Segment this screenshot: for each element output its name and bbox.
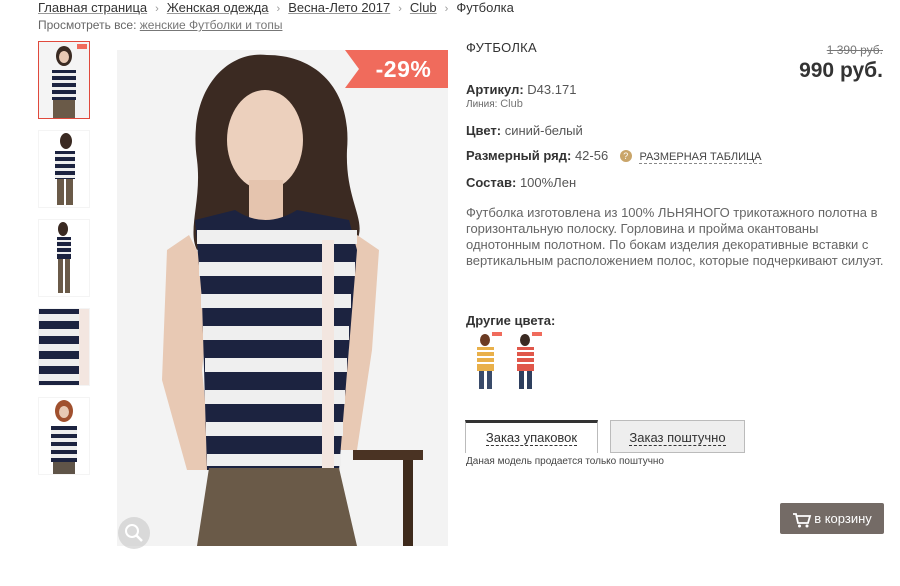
thumbnail-4[interactable] [38,308,90,386]
color-row: Цвет: синий-белый [466,123,583,138]
color-value: синий-белый [504,123,583,138]
discount-badge: -29% [345,50,448,88]
article-row: Артикул: D43.171 [466,82,576,97]
product-photo-thumb [39,42,89,118]
breadcrumb-separator: › [276,3,281,15]
discount-text: -29% [375,56,432,82]
breadcrumb-separator: › [155,3,159,15]
product-title: ФУТБОЛКА [466,40,538,55]
color-variant-photo [468,331,503,389]
main-product-image[interactable] [117,50,448,546]
color-variant-photo [508,331,543,389]
breadcrumb-separator: › [444,3,449,15]
composition-label: Состав: [466,175,517,190]
thumbnail-2[interactable] [38,130,90,208]
line-row: Линия: Club [466,98,523,110]
product-photo-thumb [39,398,89,474]
breadcrumb-women[interactable]: Женская одежда [167,0,269,15]
color-swatch-red[interactable] [508,331,543,389]
color-label: Цвет: [466,123,502,138]
product-photo-thumb [39,131,89,207]
color-swatch-yellow[interactable] [468,331,503,389]
add-to-cart-label: в корзину [814,511,872,526]
tab-order-pieces-label: Заказ поштучно [629,430,726,446]
thumbnail-3[interactable] [38,219,90,297]
product-photo [117,50,448,546]
view-all-label: Просмотреть все: [38,18,137,32]
article-label: Артикул: [466,82,524,97]
view-all: Просмотреть все: женские Футболки и топы [38,18,282,32]
size-value: 42-56 [574,148,609,163]
add-to-cart-button[interactable]: в корзину [780,503,884,534]
tab-order-pieces[interactable]: Заказ поштучно [610,420,745,453]
question-icon: ? [619,150,632,162]
view-all-link[interactable]: женские Футболки и топы [140,18,283,32]
composition-value: 100%Лен [519,175,577,190]
thumbnail-5[interactable] [38,397,90,475]
breadcrumb-season[interactable]: Весна-Лето 2017 [288,0,390,15]
thumbnail-gallery [38,41,90,486]
thumbnail-1[interactable] [38,41,90,119]
size-chart-link[interactable]: РАЗМЕРНАЯ ТАБЛИЦА [639,151,762,164]
breadcrumb-home[interactable]: Главная страница [38,0,147,15]
product-description: Футболка изготовлена из 100% ЛЬНЯНОГО тр… [466,205,884,268]
breadcrumb-separator: › [398,3,402,15]
tab-order-packs-label: Заказ упаковок [485,430,578,446]
breadcrumb-current: Футболка [456,0,514,15]
zoom-icon [125,524,143,542]
other-colors-label: Другие цвета: [466,313,556,328]
old-price: 1 390 руб. [826,43,883,57]
product-photo-thumb [39,309,89,385]
article-value: D43.171 [527,82,577,97]
breadcrumb-club[interactable]: Club [410,0,437,15]
zoom-button[interactable] [118,517,150,549]
cart-icon [793,512,812,528]
composition-row: Состав: 100%Лен [466,175,576,190]
line-link[interactable]: Club [500,98,523,110]
size-row: Размерный ряд: 42-56 ? РАЗМЕРНАЯ ТАБЛИЦА [466,148,762,164]
line-label: Линия: [466,99,498,110]
current-price: 990 руб. [799,59,883,82]
size-label: Размерный ряд: [466,148,572,163]
tab-order-packs[interactable]: Заказ упаковок [465,420,598,453]
breadcrumb: Главная страница › Женская одежда › Весна-Ле… [38,0,514,15]
product-photo-thumb [39,220,89,296]
order-note: Даная модель продается только поштучно [466,456,664,467]
